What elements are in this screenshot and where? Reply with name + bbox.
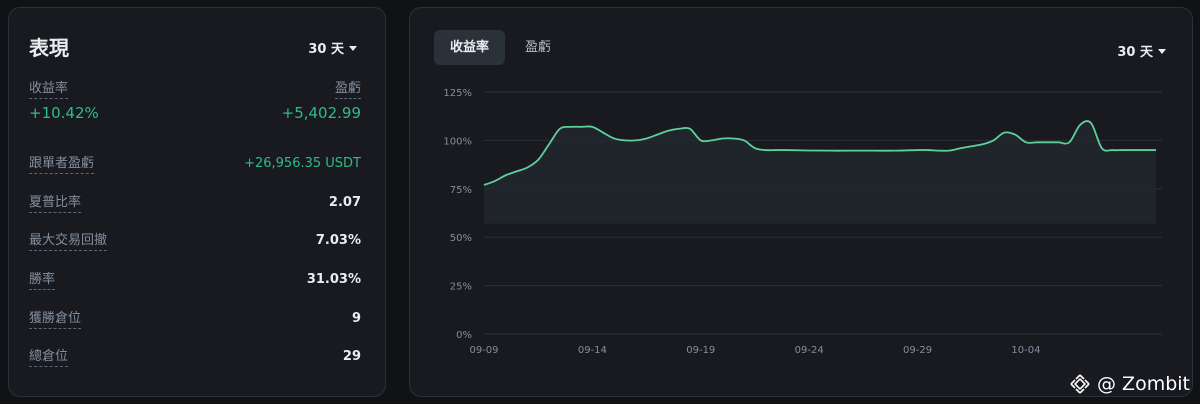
- binance-diamond-icon: [1070, 374, 1090, 394]
- y-tick-label: 0%: [456, 330, 472, 341]
- x-tick-label: 09-24: [795, 345, 824, 356]
- stat-row-total-positions: 總倉位 29: [29, 345, 361, 367]
- y-tick-label: 75%: [450, 185, 472, 196]
- stat-value: 9: [351, 310, 361, 326]
- stat-row-max-drawdown: 最大交易回撤 7.03%: [29, 229, 361, 251]
- y-tick-label: 100%: [443, 136, 472, 147]
- roi-value: +10.42%: [29, 104, 99, 122]
- watermark-text: @ Zombit: [1097, 373, 1190, 395]
- x-tick-label: 10-04: [1011, 345, 1040, 356]
- x-tick-label: 09-19: [686, 345, 715, 356]
- stat-value: 7.03%: [315, 232, 361, 248]
- performance-title: 表現: [29, 36, 69, 60]
- y-tick-label: 25%: [450, 282, 472, 293]
- stat-value: 29: [342, 348, 361, 364]
- stat-row-winning-positions: 獲勝倉位 9: [29, 307, 361, 329]
- performance-range-label: 30 天: [308, 42, 344, 57]
- performance-range-select[interactable]: 30 天: [308, 38, 357, 57]
- performance-card: 表現 30 天 收益率 盈虧 +10.42% +5,402.99 跟單者盈虧 +…: [8, 7, 386, 397]
- x-tick-label: 09-14: [578, 345, 607, 356]
- stat-row-sharpe: 夏普比率 2.07: [29, 191, 361, 213]
- stat-label[interactable]: 最大交易回撤: [29, 229, 108, 251]
- chart-card: 收益率 盈虧 30 天 125% 100% 75% 50% 25% 0% 09-09 09-1…: [409, 7, 1193, 397]
- stat-value: +26,956.35 USDT: [244, 155, 361, 171]
- pnl-label[interactable]: 盈虧: [334, 77, 361, 99]
- stat-label[interactable]: 夏普比率: [29, 191, 82, 213]
- stat-value: 2.07: [328, 194, 361, 210]
- roi-pnl-values: +10.42% +5,402.99: [29, 104, 361, 122]
- x-tick-label: 09-09: [469, 345, 498, 356]
- stat-value: 31.03%: [306, 271, 361, 287]
- caret-down-icon: [349, 45, 357, 51]
- series-area: [484, 121, 1156, 224]
- stat-label[interactable]: 勝率: [29, 268, 56, 290]
- watermark: @ Zombit: [1069, 373, 1190, 395]
- roi-pnl-header: 收益率 盈虧: [29, 77, 361, 99]
- stat-label[interactable]: 跟單者盈虧: [29, 152, 95, 174]
- stat-row-copier-pnl: 跟單者盈虧 +26,956.35 USDT: [29, 152, 361, 174]
- y-tick-label: 50%: [450, 233, 472, 244]
- x-tick-label: 09-29: [903, 345, 932, 356]
- stat-label[interactable]: 獲勝倉位: [29, 307, 82, 329]
- roi-label[interactable]: 收益率: [29, 77, 69, 99]
- y-tick-label: 125%: [443, 88, 472, 99]
- stat-row-win-rate: 勝率 31.03%: [29, 268, 361, 290]
- roi-chart[interactable]: 125% 100% 75% 50% 25% 0% 09-09 09-14 09-19 09-24 0…: [410, 8, 1194, 398]
- pnl-value: +5,402.99: [281, 104, 361, 122]
- stat-label[interactable]: 總倉位: [29, 345, 69, 367]
